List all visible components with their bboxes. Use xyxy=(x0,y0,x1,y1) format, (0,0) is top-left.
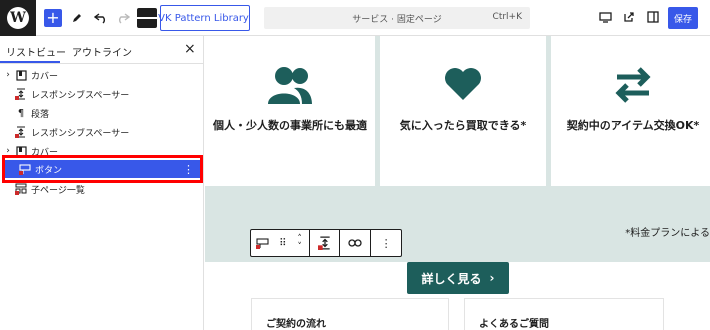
heart-icon xyxy=(443,66,483,105)
add-block-button[interactable]: + xyxy=(44,9,62,27)
link-icon[interactable] xyxy=(340,230,370,256)
users-icon xyxy=(266,66,314,109)
bottom-card[interactable]: ご契約の流れ xyxy=(251,298,449,330)
list-view-panel: リストビュー アウトライン × › カバー レスポンシブスペーサー ¶ 段落 レ… xyxy=(0,36,204,330)
chevron-right-icon: › xyxy=(489,271,495,285)
feature-card[interactable]: 個人・少人数の事業所にも最適 xyxy=(205,36,375,186)
settings-sidebar-icon[interactable] xyxy=(646,10,660,24)
cover-icon xyxy=(14,144,28,158)
button-icon xyxy=(18,162,32,176)
paragraph-icon: ¶ xyxy=(17,107,25,119)
exchange-icon xyxy=(613,66,653,107)
pricing-note: *料金プランによる xyxy=(625,228,710,239)
feature-card-text: 個人・少人数の事業所にも最適 xyxy=(213,119,367,132)
list-item-label: 段落 xyxy=(31,109,50,120)
command-shortcut: Ctrl+K xyxy=(492,12,522,22)
pen-icon[interactable] xyxy=(68,8,86,28)
list-view-toggle[interactable] xyxy=(137,8,158,28)
redo-icon[interactable] xyxy=(114,8,132,28)
spacer-icon xyxy=(14,87,28,101)
more-options-icon[interactable]: ⋮ xyxy=(371,230,401,256)
list-item-label: レスポンシブスペーサー xyxy=(31,90,130,101)
wordpress-icon: W xyxy=(7,7,29,29)
command-palette-bar[interactable]: サービス · 固定ページ Ctrl+K xyxy=(264,7,530,29)
child-pages-icon xyxy=(14,182,28,196)
bottom-card-title: よくあるご質問 xyxy=(479,319,549,330)
spacer-icon[interactable] xyxy=(310,230,340,256)
close-icon[interactable]: × xyxy=(184,41,196,57)
list-item[interactable]: レスポンシブスペーサー xyxy=(0,123,204,141)
view-post-icon[interactable] xyxy=(622,10,636,24)
list-item-label: 子ページ一覧 xyxy=(31,185,85,196)
list-item-label: レスポンシブスペーサー xyxy=(31,128,130,139)
document-title: サービス · 固定ページ xyxy=(352,15,442,25)
panel-tabs: リストビュー アウトライン × xyxy=(0,36,204,64)
tab-outline[interactable]: アウトライン xyxy=(72,44,132,59)
feature-card[interactable]: 契約中のアイテム交換OK* xyxy=(551,36,710,186)
undo-icon[interactable] xyxy=(92,8,110,28)
editor-top-toolbar: W + VK Pattern Library サービス · 固定ページ Ctrl… xyxy=(0,0,710,36)
list-item[interactable]: › カバー xyxy=(0,142,204,160)
list-item[interactable]: ¶ 段落 xyxy=(0,104,204,122)
drag-handle-icon[interactable]: ⠿ xyxy=(275,230,291,256)
editor-canvas: 個人・少人数の事業所にも最適 気に入ったら買取できる* 契約中のアイテム交換OK… xyxy=(205,36,710,330)
move-up-down-icon[interactable]: ˄ ˅ xyxy=(291,230,309,256)
list-item[interactable]: レスポンシブスペーサー xyxy=(0,85,204,103)
spacer-icon xyxy=(14,125,28,139)
feature-card-text: 気に入ったら買取できる* xyxy=(399,119,527,132)
detail-button[interactable]: 詳しく見る › xyxy=(407,262,509,294)
feature-card-text: 契約中のアイテム交換OK* xyxy=(566,119,700,132)
list-item[interactable]: 子ページ一覧 xyxy=(0,180,204,198)
bottom-card-title: ご契約の流れ xyxy=(266,319,326,330)
list-item-label: カバー xyxy=(31,71,59,82)
list-item-label: カバー xyxy=(31,147,59,158)
list-item[interactable]: › カバー xyxy=(0,66,204,84)
list-item-label: ボタン xyxy=(35,165,63,176)
tab-list-view[interactable]: リストビュー xyxy=(6,44,66,59)
more-options-icon[interactable]: ⋮ xyxy=(183,163,194,176)
desktop-preview-icon[interactable] xyxy=(598,10,612,24)
wordpress-logo[interactable]: W xyxy=(0,0,36,36)
block-toolbar: ⠿ ˄ ˅ ⋮ xyxy=(250,229,402,257)
cover-icon xyxy=(14,68,28,82)
bottom-card[interactable]: よくあるご質問 xyxy=(464,298,664,330)
vk-pattern-library-button[interactable]: VK Pattern Library xyxy=(158,5,250,31)
active-tab-indicator xyxy=(0,61,60,63)
chevron-right-icon[interactable]: › xyxy=(2,70,14,80)
feature-card[interactable]: 気に入ったら買取できる* xyxy=(380,36,546,186)
button-block-icon[interactable] xyxy=(251,230,275,256)
vk-pattern-library-label: VK Pattern Library xyxy=(158,12,249,24)
save-button[interactable]: 保存 xyxy=(668,7,698,29)
chevron-right-icon[interactable]: › xyxy=(2,146,14,156)
detail-button-label: 詳しく見る xyxy=(421,271,482,286)
list-item-selected[interactable]: ボタン ⋮ xyxy=(4,160,200,178)
